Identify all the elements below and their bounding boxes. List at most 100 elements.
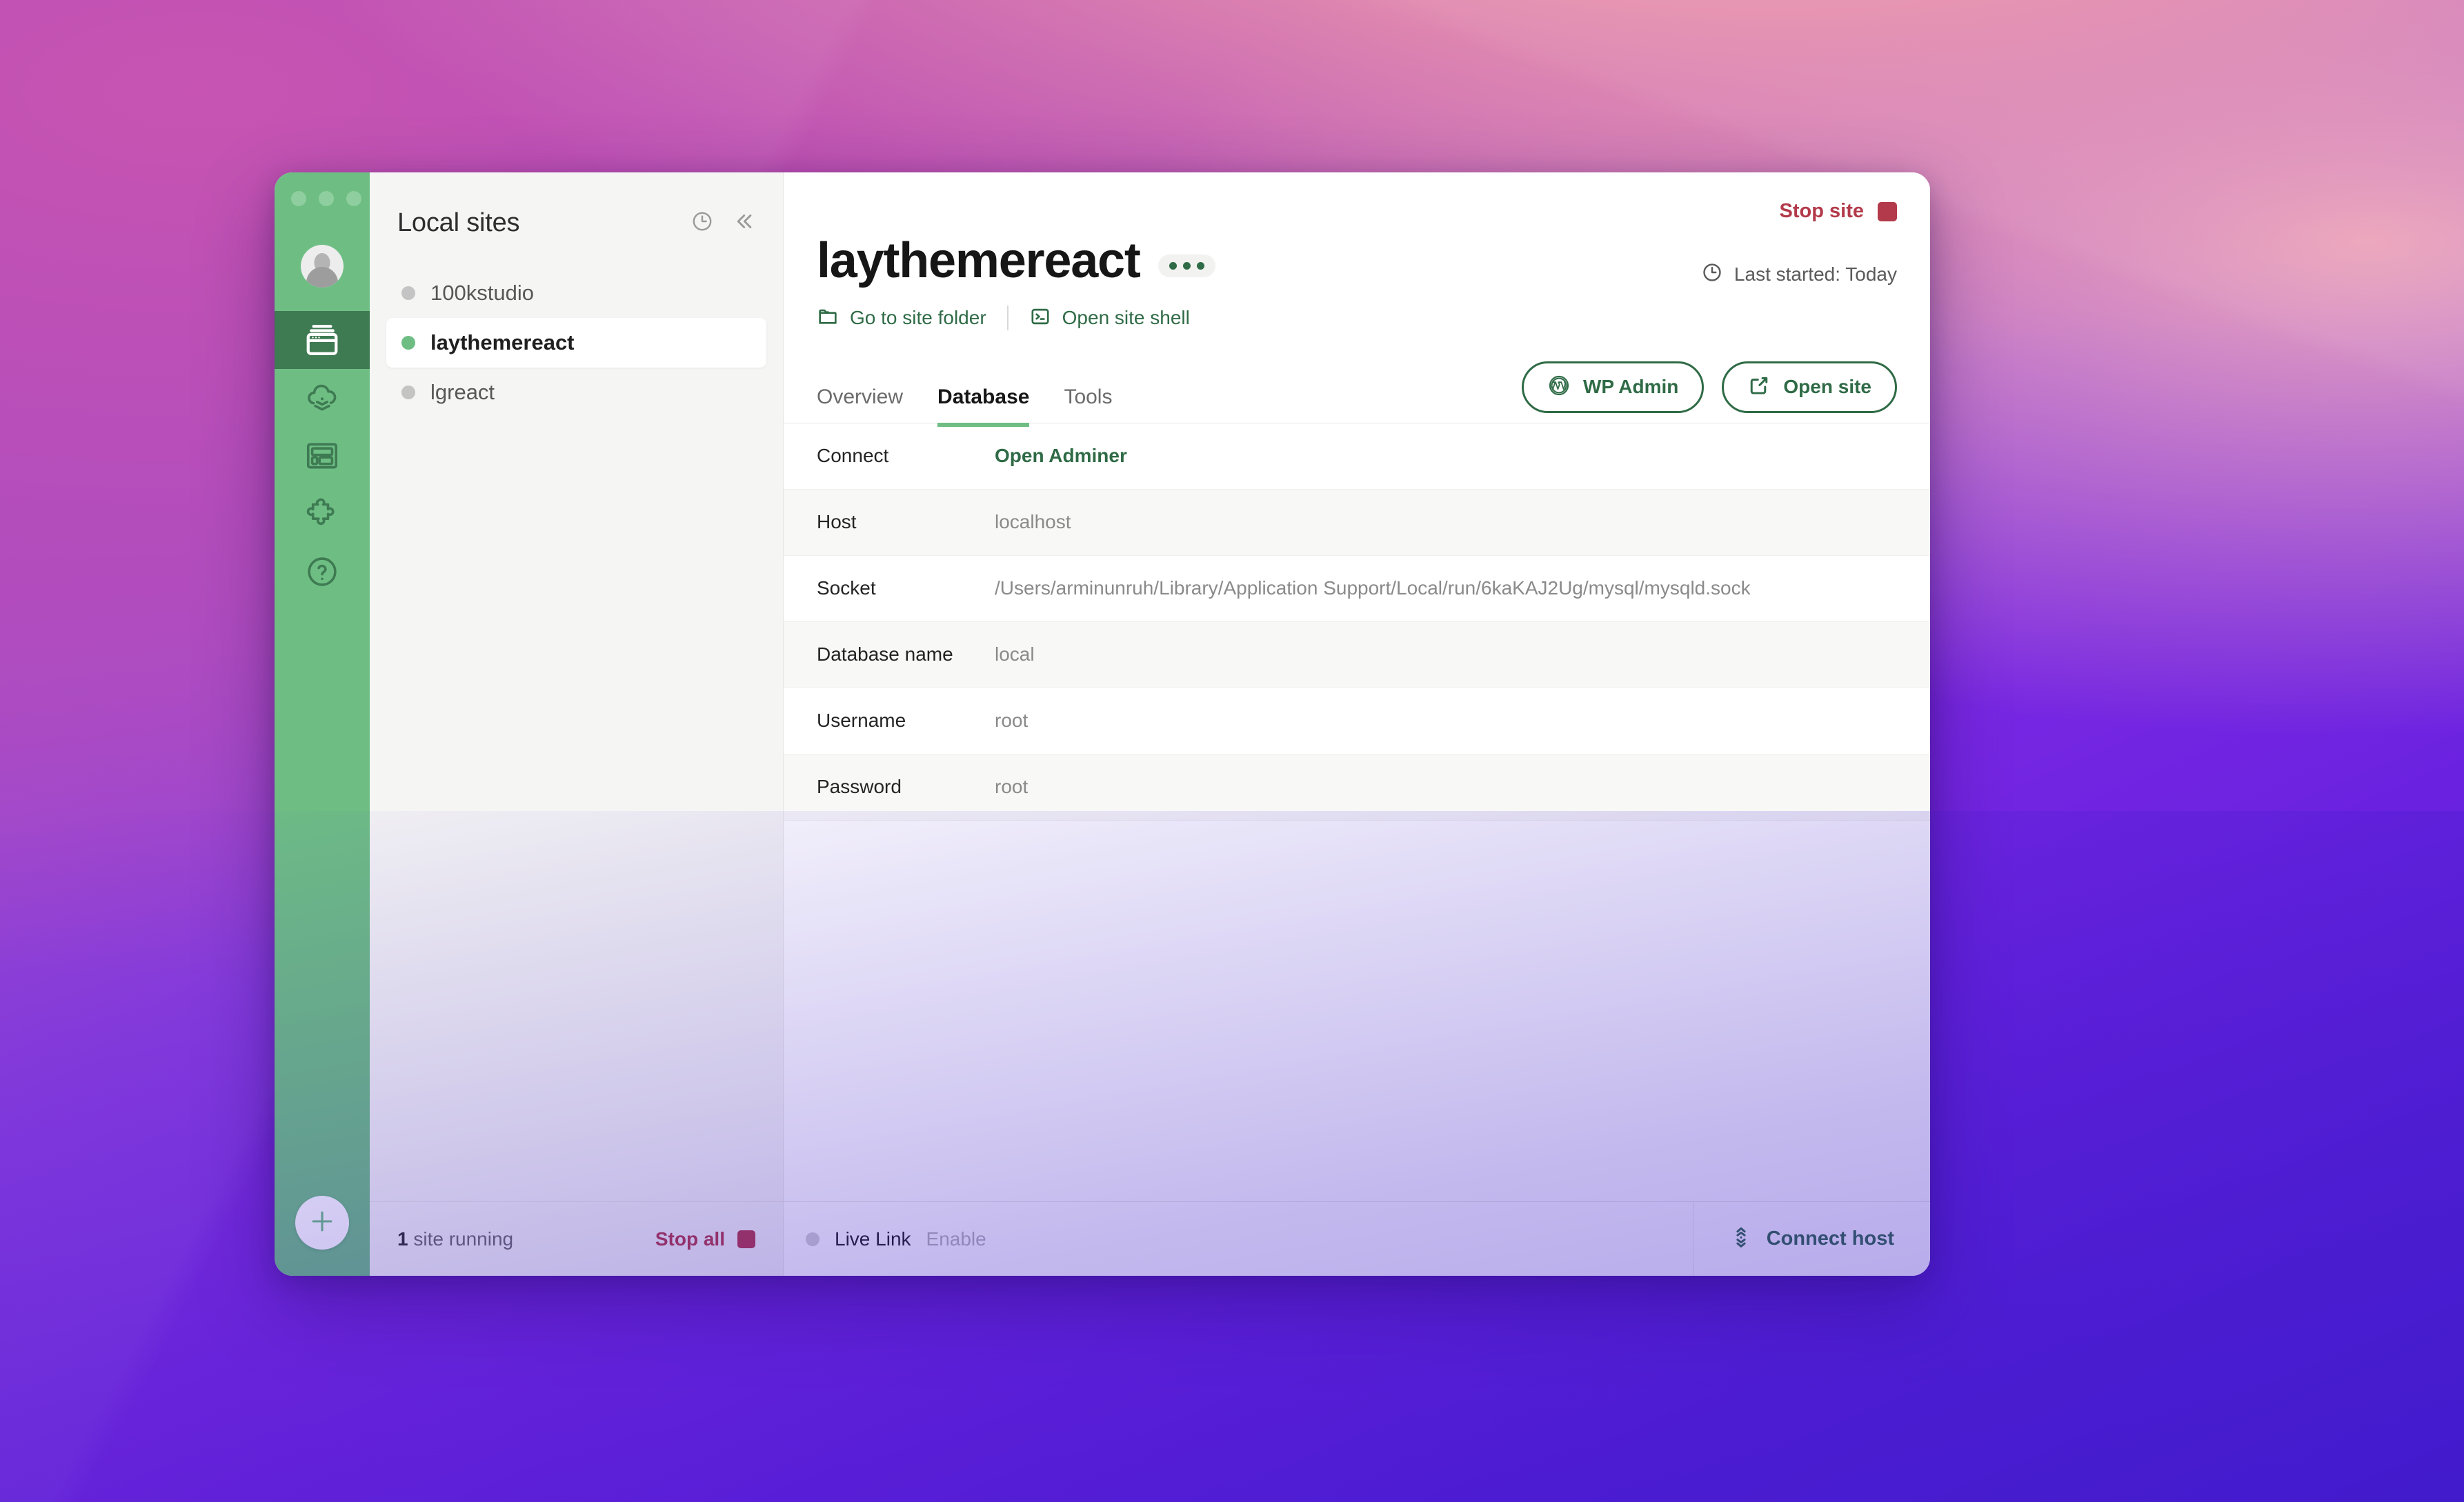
rail-item-blueprints[interactable] [275,427,370,485]
sidebar-footer: 1 site running Stop all [370,1201,783,1276]
site-list-item[interactable]: 100kstudio [386,268,766,318]
tab-database[interactable]: Database [937,385,1030,427]
rail-item-sites[interactable] [275,311,370,369]
table-row: Username root [784,688,1930,754]
site-list-item[interactable]: lgreact [386,368,766,417]
row-label: Host [817,511,857,533]
avatar[interactable] [301,245,344,288]
window-traffic-lights [291,191,361,206]
row-value: root [995,776,1029,798]
table-row: Connect Open Adminer [784,423,1930,490]
running-sites-status: 1 site running [397,1228,513,1250]
row-value: /Users/arminunruh/Library/Application Su… [995,577,1751,599]
stop-icon [737,1230,755,1248]
live-link-enable-button[interactable]: Enable [926,1228,986,1250]
puzzle-piece-icon [304,495,341,532]
row-label: Username [817,710,906,732]
tabs: Overview Database Tools [817,381,1112,427]
icon-rail [275,172,370,1276]
site-name: laythemereact [430,330,575,354]
external-link-icon [1747,374,1771,401]
title-row: laythemereact [817,233,1701,288]
live-link-label: Live Link [835,1228,911,1250]
wp-admin-button[interactable]: WP Admin [1521,361,1705,413]
row-value: localhost [995,511,1071,533]
database-details-table: Connect Open Adminer Host localhost Sock… [784,423,1930,821]
open-site-label: Open site [1783,376,1871,398]
rail-item-cloud-backups[interactable] [275,369,370,427]
rail-item-list [275,311,370,601]
sidebar-title: Local sites [397,208,520,237]
row-label: Database name [817,643,953,665]
rail-item-add-ons[interactable] [275,485,370,543]
desktop-wallpaper: Local sites 100kstudio laythemereact lgr… [0,0,2464,1502]
sites-sidebar: Local sites 100kstudio laythemereact lgr… [370,172,784,1276]
live-link-section: Live Link Enable [806,1228,986,1250]
site-name: lgreact [430,380,495,404]
row-label: Connect [817,445,889,467]
open-site-shell-label: Open site shell [1062,307,1190,329]
content-empty-area [784,820,1930,1201]
title-left: laythemereact Go to site folder Open sit… [817,233,1701,331]
sidebar-header: Local sites [370,172,783,238]
terminal-icon [1029,306,1051,331]
chevron-double-left-icon[interactable] [732,210,755,237]
tab-tools[interactable]: Tools [1064,385,1112,427]
stop-icon [1878,201,1897,221]
site-status-dot [401,336,415,350]
folder-icon [817,306,839,331]
row-value: root [995,710,1029,732]
connect-host-button[interactable]: Connect host [1692,1202,1930,1276]
open-site-button[interactable]: Open site [1722,361,1897,413]
site-list-item[interactable]: laythemereact [386,318,766,368]
tab-overview[interactable]: Overview [817,385,903,427]
go-to-site-folder-button[interactable]: Go to site folder [817,306,986,331]
cloud-backups-icon [304,379,341,417]
go-to-site-folder-label: Go to site folder [850,307,986,329]
open-site-shell-button[interactable]: Open site shell [1029,306,1190,331]
quick-links-separator [1006,306,1009,331]
open-adminer-link[interactable]: Open Adminer [995,445,1127,467]
stop-all-button[interactable]: Stop all [655,1228,755,1250]
row-value: local [995,643,1035,665]
minimize-window-button[interactable] [319,191,334,206]
avatar-body [306,267,338,288]
add-site-button[interactable] [295,1196,349,1250]
clock-icon [1701,261,1723,287]
maximize-window-button[interactable] [346,191,361,206]
action-buttons: WP Admin Open site [1521,361,1897,423]
sites-list: 100kstudio laythemereact lgreact [370,268,783,1201]
row-label: Socket [817,577,876,599]
running-sites-count: 1 [397,1228,408,1250]
sidebar-header-actions [690,210,755,237]
clock-icon[interactable] [690,210,714,237]
ellipsis-icon[interactable] [1158,254,1215,278]
table-row: Host localhost [784,489,1930,556]
wordpress-icon [1547,374,1571,401]
quick-links: Go to site folder Open site shell [817,306,1701,331]
last-started: Last started: Today [1701,261,1897,287]
page-title: laythemereact [817,233,1141,288]
site-name: 100kstudio [430,281,534,305]
table-row: Socket /Users/arminunruh/Library/Applica… [784,556,1930,622]
rail-item-help[interactable] [275,543,370,601]
ellipsis-dot [1196,262,1204,270]
sites-icon [304,321,341,359]
plus-icon [307,1206,337,1240]
running-sites-suffix: site running [413,1228,514,1250]
stop-all-label: Stop all [655,1228,725,1250]
last-started-label: Last started: Today [1733,263,1897,285]
tab-bar: Overview Database Tools WP Admin Open si… [784,361,1930,427]
main-content: Stop site laythemereact Go to site folde… [784,172,1930,1276]
title-block: laythemereact Go to site folder Open sit… [817,233,1897,331]
row-label: Password [817,776,902,798]
table-row: Database name local [784,621,1930,688]
wp-admin-label: WP Admin [1582,376,1679,398]
close-window-button[interactable] [291,191,306,206]
site-status-dot [401,286,415,300]
stop-site-button[interactable]: Stop site [817,200,1897,223]
main-footer: Live Link Enable Connect host [784,1201,1930,1276]
table-row: Password root [784,754,1930,821]
title-right: Last started: Today [1701,235,1897,287]
live-link-status-dot [806,1232,819,1246]
